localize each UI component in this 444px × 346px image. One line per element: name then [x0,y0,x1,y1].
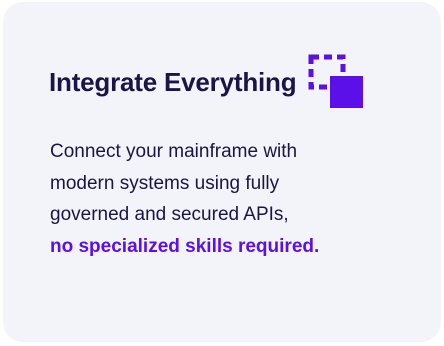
description-line: Connect your mainframe with [50,141,298,162]
card-description: Connect your mainframe with modern syste… [50,136,410,262]
card-heading: Integrate Everything [49,52,368,112]
integrate-squares-icon [308,54,364,108]
description-line: modern systems using fully [50,172,280,194]
emphasis-text: no specialized skills required. [50,235,320,257]
feature-card: Integrate Everything Connect your mainfr… [3,2,441,342]
description-line: governed and secured APIs, [50,204,289,225]
card-title: Integrate Everything [49,67,297,97]
